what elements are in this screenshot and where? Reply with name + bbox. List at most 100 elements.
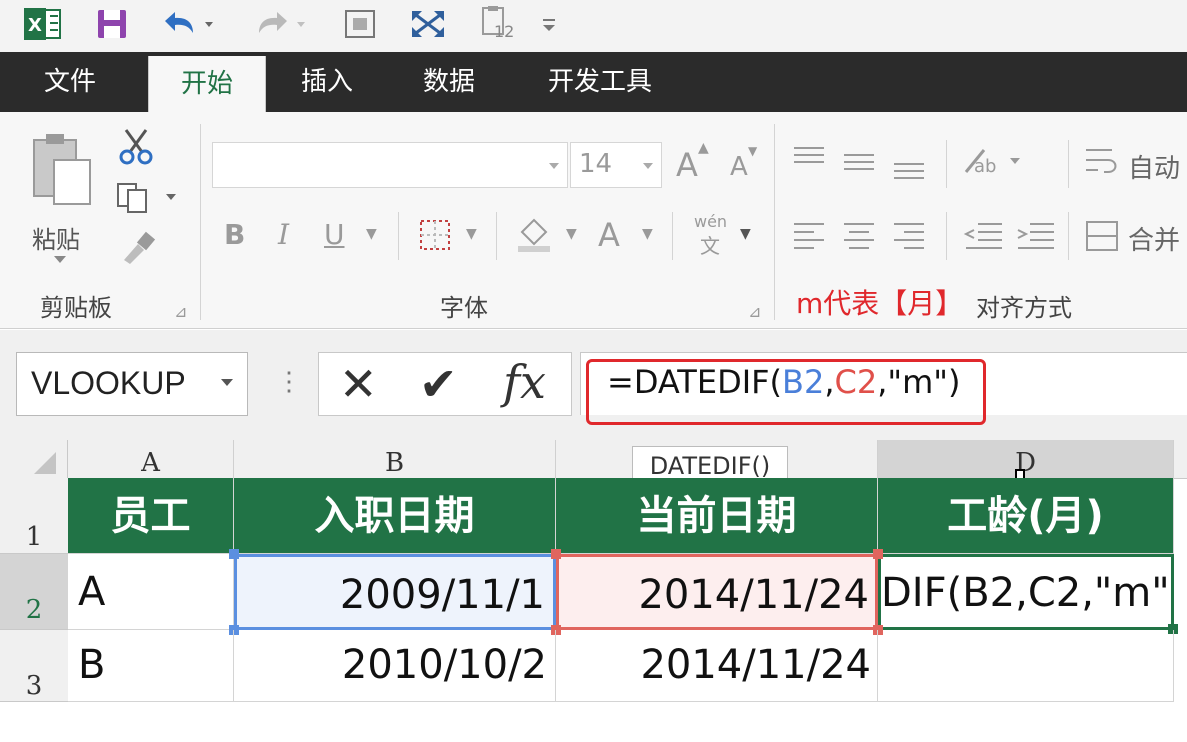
font-size-combobox[interactable]: 14 (570, 142, 662, 188)
font-color-button[interactable]: A (598, 216, 620, 254)
paste-special-icon[interactable]: 12 (476, 6, 522, 42)
cell-a2[interactable]: A (68, 554, 234, 630)
name-box-value: VLOOKUP (31, 365, 186, 401)
underline-dropdown-icon[interactable]: ▼ (366, 226, 377, 242)
cell-a3[interactable]: B (68, 630, 234, 702)
tool-separator (1068, 140, 1069, 188)
fill-color-dropdown-icon[interactable]: ▼ (566, 226, 577, 242)
group-label-clipboard: 剪贴板 (40, 294, 112, 322)
format-painter-icon[interactable] (118, 230, 158, 271)
formula-bar-grip-icon[interactable]: ⋮ (276, 366, 302, 397)
merge-center-label[interactable]: 合并 (1128, 220, 1180, 257)
group-separator (200, 124, 201, 320)
tool-separator (946, 212, 947, 260)
title-bar: X 12 (0, 0, 1187, 52)
italic-button[interactable]: I (278, 218, 289, 251)
paste-badge: 12 (494, 22, 515, 41)
cell-d1[interactable]: 工龄(月) (878, 478, 1174, 554)
phonetic-guide-button[interactable]: 文 (700, 230, 720, 259)
name-box[interactable]: VLOOKUP (16, 352, 248, 416)
cell-b2[interactable]: 2009/11/1 (234, 554, 556, 630)
paste-button[interactable]: 粘贴 (28, 132, 100, 263)
group-label-font: 字体 (440, 294, 488, 322)
wrap-text-label[interactable]: 自动 (1128, 148, 1180, 185)
border-icon[interactable] (418, 218, 452, 257)
tool-separator (398, 212, 399, 260)
indent-icon[interactable] (962, 216, 1058, 261)
tool-separator (1068, 212, 1069, 260)
align-top-icon[interactable] (790, 142, 930, 187)
tab-home[interactable]: 开始 (148, 56, 266, 114)
select-all-icon (34, 452, 56, 474)
formula-buttons: ✕ ✔ fx (318, 352, 572, 416)
column-header-b[interactable]: B (234, 440, 556, 478)
shrink-font-arrow-icon: ▼ (748, 144, 758, 158)
selection-handle[interactable] (229, 549, 239, 559)
undo-icon[interactable] (158, 6, 220, 42)
tool-separator (946, 140, 947, 188)
underline-button[interactable]: U (324, 218, 345, 251)
formula-highlight-box (586, 359, 986, 425)
tab-developer[interactable]: 开发工具 (520, 52, 680, 112)
font-launcher-icon[interactable]: ⊿ (748, 302, 761, 321)
paste-label: 粘贴 (32, 226, 80, 254)
ribbon: 粘贴 剪贴板 ⊿ 14 A ▲ A ▼ B I U ▼ ▼ ▼ A ▼ wén … (0, 112, 1187, 329)
cell-a1[interactable]: 员工 (68, 478, 234, 554)
font-name-combobox[interactable] (212, 142, 568, 188)
row-header-3[interactable]: 3 (0, 630, 68, 702)
shrink-font-button[interactable]: A (730, 152, 748, 182)
wrap-text-icon[interactable] (1082, 144, 1122, 185)
cell-c2[interactable]: 2014/11/24 (556, 554, 878, 630)
phonetic-top-text: wén (694, 212, 728, 231)
svg-text:X: X (28, 15, 42, 36)
name-box-dropdown-icon[interactable] (221, 379, 233, 386)
tool-separator (496, 212, 497, 260)
phonetic-dropdown-icon[interactable]: ▼ (740, 226, 751, 242)
font-size-dropdown-icon[interactable] (643, 163, 653, 169)
tab-file[interactable]: 文件 (18, 52, 122, 112)
selection-handle[interactable] (873, 549, 883, 559)
customize-icon[interactable] (536, 6, 562, 42)
clipboard-launcher-icon[interactable]: ⊿ (174, 302, 187, 321)
font-size-value: 14 (579, 149, 613, 179)
excel-logo-icon: X (20, 6, 64, 42)
group-separator (774, 124, 775, 320)
bold-button[interactable]: B (224, 218, 245, 251)
cell-c1[interactable]: 当前日期 (556, 478, 878, 554)
cell-b3[interactable]: 2010/10/2 (234, 630, 556, 702)
fullscreen-icon[interactable] (406, 6, 450, 42)
orientation-icon[interactable]: ab (960, 142, 1030, 187)
cell-d2[interactable]: DIF(B2,C2,"m") (878, 554, 1174, 630)
group-label-alignment: 对齐方式 (976, 294, 1072, 322)
font-color-dropdown-icon[interactable]: ▼ (642, 226, 653, 242)
tab-data[interactable]: 数据 (396, 52, 502, 112)
cell-b1[interactable]: 入职日期 (234, 478, 556, 554)
column-header-a[interactable]: A (68, 440, 234, 478)
cut-icon[interactable] (116, 126, 156, 171)
insert-function-icon[interactable]: fx (503, 355, 546, 409)
ribbon-tab-bar: 文件 开始 插入 数据 开发工具 (0, 52, 1187, 114)
border-dropdown-icon[interactable]: ▼ (466, 226, 477, 242)
row-header-2[interactable]: 2 (0, 554, 68, 630)
annotation-text: m代表【月】 (796, 287, 964, 320)
tool-separator (672, 212, 673, 260)
redo-icon[interactable] (250, 6, 312, 42)
screenshot-icon[interactable] (340, 6, 380, 42)
copy-icon[interactable] (114, 180, 180, 221)
row-header-1[interactable]: 1 (0, 478, 68, 554)
font-name-dropdown-icon[interactable] (549, 163, 559, 169)
save-icon[interactable] (92, 6, 132, 42)
confirm-icon[interactable]: ✔ (419, 357, 458, 411)
align-left-icon[interactable] (790, 216, 930, 261)
cell-c3[interactable]: 2014/11/24 (556, 630, 878, 702)
select-all-button[interactable] (0, 440, 68, 478)
merge-center-icon[interactable] (1084, 218, 1120, 259)
grow-font-button[interactable]: A (676, 146, 698, 184)
cell-d3[interactable] (878, 630, 1174, 702)
svg-text:ab: ab (974, 156, 996, 177)
paste-dropdown-icon[interactable] (54, 256, 66, 263)
fill-color-icon[interactable] (514, 214, 554, 259)
selection-handle[interactable] (551, 549, 561, 559)
tab-insert[interactable]: 插入 (274, 52, 380, 112)
cancel-icon[interactable]: ✕ (339, 357, 378, 411)
